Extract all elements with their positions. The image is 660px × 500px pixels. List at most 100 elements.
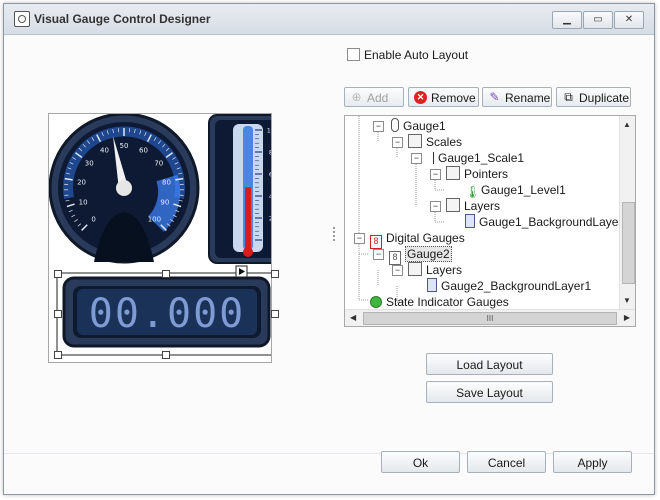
designer-window: Visual Gauge Control Designer ▁ ▭ ✕ 0 10 2… [3,3,655,495]
tree-node-gauge2[interactable]: 8 Gauge2 [389,246,452,265]
tree-node-gauge1[interactable]: Gauge1 [389,118,446,134]
minimize-button[interactable]: ▁ [552,11,582,29]
circular-gauge-icon [391,118,399,132]
pencil-icon: ✎ [489,90,500,104]
app-icon [14,11,30,27]
digital-gauge-icon: 8 [389,251,401,265]
scale-label: 70 [154,160,163,168]
circular-gauge[interactable]: 0 10 20 30 40 50 60 70 80 90 100 [48,112,200,264]
tree-expander[interactable]: − [411,153,422,164]
tree-node-level1[interactable]: 🌡Gauge1_Level1 [465,182,566,198]
tree-node-pointers[interactable]: Pointers [446,166,508,182]
tree-expander[interactable]: − [354,233,365,244]
scale-label: 100 [267,127,271,135]
auto-layout-checkbox[interactable] [347,48,360,62]
layer-icon [465,214,475,228]
scale-tick [179,194,184,196]
scale-label: 100 [148,215,161,223]
digital-gauge[interactable]: 00.000 [62,276,271,348]
state-indicator-icon [370,296,382,308]
scale-label: 20 [77,178,86,186]
thermometer-level [245,187,251,248]
gauge-element-tree[interactable]: − Gauge1 − Scales − Gauge1_Scale1 − Poin… [344,115,636,327]
gauge-preview-canvas[interactable]: 0 10 20 30 40 50 60 70 80 90 100 100 80 60 40 20 0 [48,112,290,363]
tree-node-state-indicators[interactable]: State Indicator Gauges [370,294,509,310]
tree-node-scales[interactable]: Scales [408,134,462,150]
resize-handle[interactable] [271,310,279,318]
auto-layout-option[interactable]: Enable Auto Layout [347,47,468,63]
cancel-button[interactable]: Cancel [467,451,546,473]
scale-label: 10 [79,198,88,206]
scroll-down-icon[interactable]: ▼ [623,296,631,305]
duplicate-button[interactable]: ⧉ Duplicate [556,87,631,107]
scale-label: 90 [160,198,169,206]
needle-hub [116,180,132,196]
scroll-left-icon[interactable]: ◀ [350,313,356,322]
vertical-scroll-thumb[interactable] [622,202,635,284]
gauge-preview-svg: 0 10 20 30 40 50 60 70 80 90 100 100 80 60 40 20 0 [48,112,290,363]
tree-node-digital-gauges[interactable]: 8 Digital Gauges [370,230,465,249]
tree-expander[interactable]: − [392,265,403,276]
splitter-grip[interactable] [333,227,337,241]
resize-handle[interactable] [271,270,279,278]
add-label: Add [367,91,389,105]
tree-expander[interactable]: − [392,137,403,148]
scale-icon [427,152,434,164]
add-button[interactable]: ⊕ Add [344,87,404,107]
scale-label: 40 [100,147,109,155]
scale-label: 80 [269,149,271,157]
tree-node-bglayer1[interactable]: Gauge1_BackgroundLayer1 [465,214,629,230]
tree-expander[interactable]: − [373,249,384,260]
rename-button[interactable]: ✎ Rename [482,87,552,107]
scale-label: 0 [91,215,95,223]
tree-expander[interactable]: − [430,169,441,180]
apply-button[interactable]: Apply [553,451,632,473]
thermometer-icon: 🌡 [465,185,481,199]
client-area: 0 10 20 30 40 50 60 70 80 90 100 100 80 60 40 20 0 [4,35,654,494]
resize-handle[interactable] [54,270,62,278]
folder-icon [446,166,460,180]
load-layout-button[interactable]: Load Layout [426,353,553,375]
auto-layout-label: Enable Auto Layout [364,47,469,62]
copy-icon: ⧉ [564,90,573,104]
remove-label: Remove [431,91,476,105]
tree-vertical-scrollbar[interactable]: ▲ ▼ [619,116,635,309]
remove-icon: ✕ [414,91,427,104]
title-bar: Visual Gauge Control Designer ▁ ▭ ✕ [4,4,654,35]
tree-horizontal-scrollbar[interactable]: ◀ III ▶ [345,309,635,326]
window-title: Visual Gauge Control Designer [34,12,211,26]
folder-icon [408,262,422,276]
scale-label: 30 [85,160,94,168]
close-button[interactable]: ✕ [614,11,644,29]
resize-handle[interactable] [54,310,62,318]
folder-icon [408,134,422,148]
linear-gauge[interactable]: 100806040200 [208,114,290,264]
scale-tick [64,194,69,196]
maximize-button[interactable]: ▭ [583,11,613,29]
scroll-right-icon[interactable]: ▶ [624,313,630,322]
tree-node-scale1[interactable]: Gauge1_Scale1 [427,150,524,166]
tree-node-layers1[interactable]: Layers [446,198,500,214]
save-layout-button[interactable]: Save Layout [426,381,553,403]
ok-button[interactable]: Ok [381,451,460,473]
resize-handle[interactable] [162,270,170,278]
layer-icon [427,278,437,292]
digital-readout: 00.000 [89,291,246,337]
scale-label: 50 [120,142,129,150]
resize-handle[interactable] [54,351,62,359]
scale-label: 80 [162,178,171,186]
digital-gauge-icon: 8 [370,235,382,249]
tree-expander[interactable]: − [430,201,441,212]
scroll-up-icon[interactable]: ▲ [623,120,631,129]
duplicate-label: Duplicate [579,91,630,105]
horizontal-scroll-thumb[interactable]: III [363,312,617,325]
tree-expander[interactable]: − [373,121,384,132]
scale-label: 60 [269,171,271,179]
scale-label: 40 [269,193,271,201]
scale-label: 60 [139,147,148,155]
tree-node-layers2[interactable]: Layers [408,262,462,278]
add-icon: ⊕ [351,90,362,104]
resize-handle[interactable] [162,351,170,359]
tree-node-bglayer2[interactable]: Gauge2_BackgroundLayer1 [427,278,591,294]
remove-button[interactable]: ✕ Remove [408,87,479,107]
